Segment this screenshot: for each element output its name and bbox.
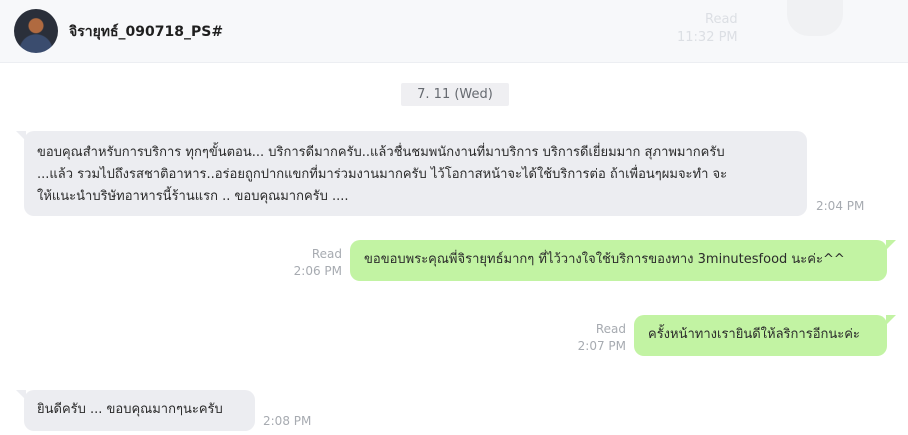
incoming-message-bubble[interactable]: ยินดีครับ ... ขอบคุณมากๆนะครับ xyxy=(24,390,255,431)
message-meta: Read 2:07 PM xyxy=(555,321,626,355)
message-meta: Read 2:06 PM xyxy=(270,246,342,280)
bubble-tail xyxy=(886,315,896,325)
faded-read-status: Read xyxy=(705,12,738,27)
read-status: Read xyxy=(311,247,342,261)
date-separator: 7. 11 (Wed) xyxy=(401,83,509,106)
message-timestamp: 2:06 PM xyxy=(293,264,342,278)
contact-name[interactable]: จิรายุทธ์_090718_PS# xyxy=(69,21,223,43)
outgoing-message-bubble[interactable]: ครั้งหน้าทางเรายินดีให้ลริการอีกนะค่ะ xyxy=(634,315,887,356)
faded-timestamp: 11:32 PM xyxy=(677,30,738,45)
faded-sticker xyxy=(787,0,843,36)
message-timestamp: 2:08 PM xyxy=(263,414,312,428)
message-line: ...แล้ว รวมไปถึงรสชาติอาหาร..อร่อยถูกปาก… xyxy=(37,167,728,182)
message-timestamp: 2:04 PM xyxy=(816,199,865,213)
bubble-tail xyxy=(886,240,896,250)
message-line: ให้แนะนำบริษัทอาหารนี้ร้านแรก .. ขอบคุณม… xyxy=(37,189,349,204)
chat-header: จิรายุทธ์_090718_PS# Read 11:32 PM xyxy=(0,0,908,63)
outgoing-message-bubble[interactable]: ขอขอบพระคุณพี่จิรายุทธ์มากๆ ที่ไว้วางใจใ… xyxy=(350,240,887,281)
read-status: Read xyxy=(595,322,626,336)
contact-avatar[interactable] xyxy=(14,9,58,53)
message-line: ขอบคุณสำหรับการบริการ ทุกๆขั้นตอน... บริ… xyxy=(37,145,725,160)
incoming-message-bubble[interactable]: ขอบคุณสำหรับการบริการ ทุกๆขั้นตอน... บริ… xyxy=(24,131,807,216)
message-timestamp: 2:07 PM xyxy=(577,339,626,353)
